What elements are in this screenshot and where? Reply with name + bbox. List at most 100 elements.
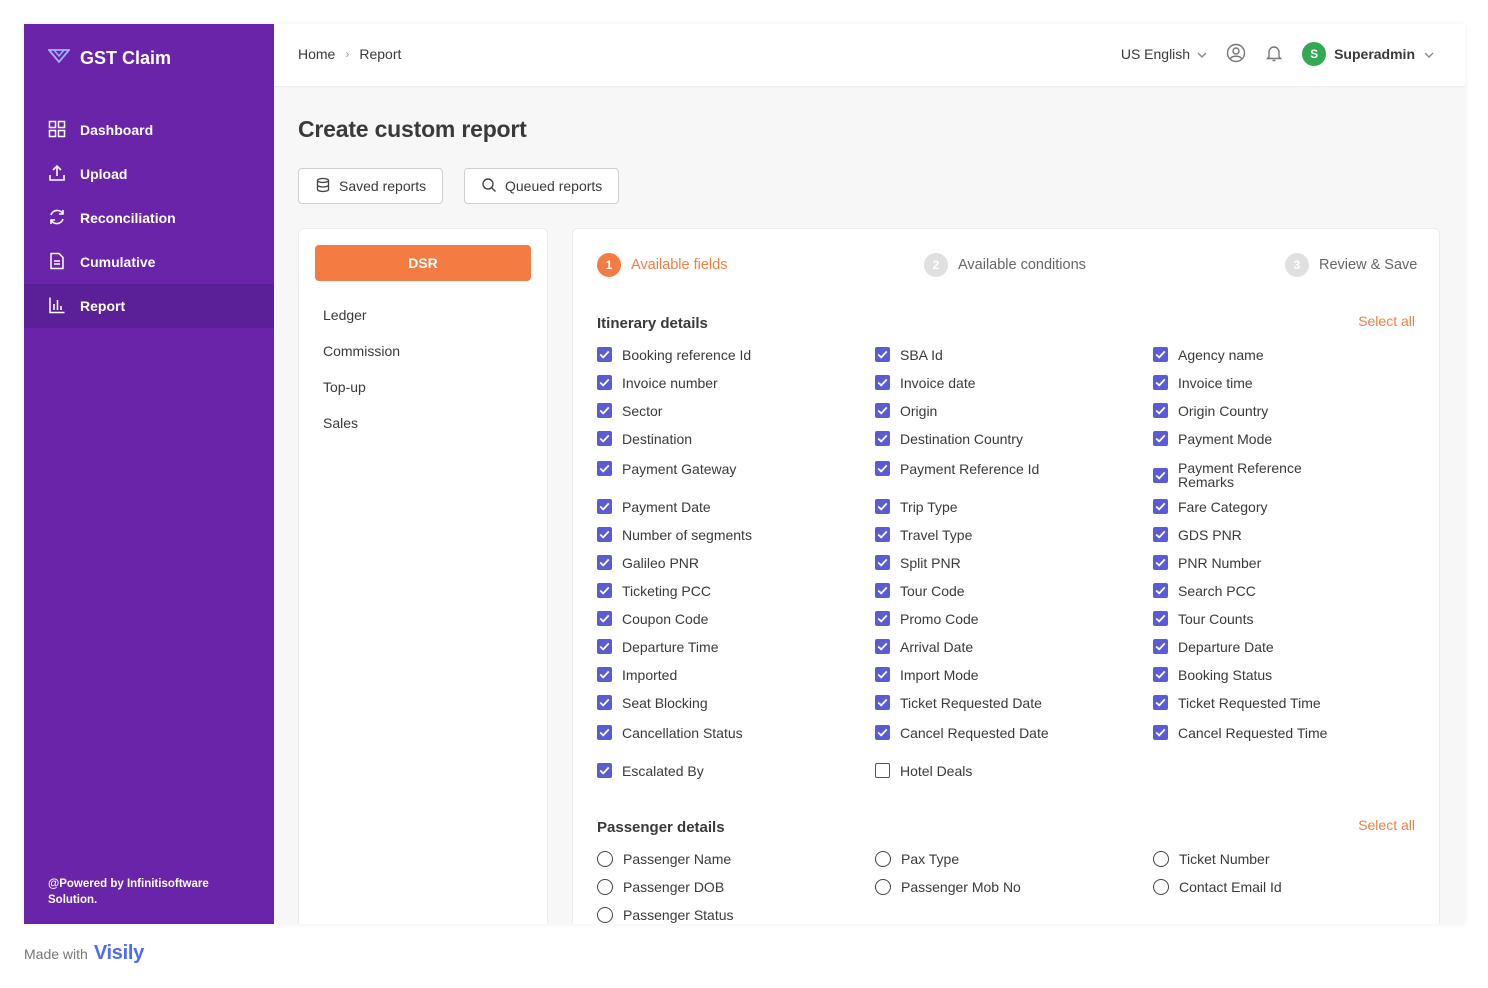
checkbox-checked[interactable] — [875, 639, 890, 654]
checkbox-checked[interactable] — [597, 527, 612, 542]
checkbox-checked[interactable] — [875, 555, 890, 570]
checkbox-checked[interactable] — [1153, 725, 1168, 740]
itinerary-field[interactable]: Search PCC — [1153, 583, 1423, 598]
itinerary-field[interactable]: Cancellation Status — [597, 725, 867, 740]
itinerary-field[interactable]: Number of segments — [597, 527, 867, 542]
sidebar-item-reconciliation[interactable]: Reconciliation — [24, 196, 274, 240]
itinerary-field[interactable]: Trip Type — [875, 499, 1145, 514]
checkbox-checked[interactable] — [1153, 375, 1168, 390]
radio-button[interactable] — [875, 879, 891, 895]
sidebar-item-dashboard[interactable]: Dashboard — [24, 108, 274, 152]
checkbox-checked[interactable] — [597, 375, 612, 390]
itinerary-field[interactable]: Payment Reference Id — [875, 461, 1145, 476]
checkbox-checked[interactable] — [1153, 667, 1168, 682]
itinerary-field[interactable]: PNR Number — [1153, 555, 1423, 570]
itinerary-field[interactable]: Promo Code — [875, 611, 1145, 626]
checkbox-checked[interactable] — [597, 403, 612, 418]
passenger-field[interactable]: Passenger Name — [597, 851, 867, 867]
checkbox-checked[interactable] — [597, 763, 612, 778]
radio-button[interactable] — [597, 851, 613, 867]
radio-button[interactable] — [597, 907, 613, 923]
itinerary-field[interactable]: Coupon Code — [597, 611, 867, 626]
itinerary-field[interactable]: Origin — [875, 403, 1145, 418]
itinerary-field[interactable]: Payment Date — [597, 499, 867, 514]
checkbox-checked[interactable] — [597, 431, 612, 446]
itinerary-field[interactable]: Cancel Requested Date — [875, 725, 1145, 740]
breadcrumb-report[interactable]: Report — [359, 46, 401, 62]
brand[interactable]: GST Claim — [47, 48, 171, 69]
checkbox-checked[interactable] — [1153, 467, 1168, 483]
itinerary-field[interactable]: Invoice date — [875, 375, 1145, 390]
itinerary-field[interactable]: Origin Country — [1153, 403, 1423, 418]
passenger-field[interactable]: Contact Email Id — [1153, 879, 1423, 895]
itinerary-field[interactable]: Departure Date — [1153, 639, 1423, 654]
passenger-field[interactable]: Passenger Status — [597, 907, 867, 923]
itinerary-field[interactable]: Galileo PNR — [597, 555, 867, 570]
itinerary-field[interactable]: SBA Id — [875, 347, 1145, 362]
step-available-conditions[interactable]: 2 Available conditions — [924, 253, 1086, 277]
sidebar-item-upload[interactable]: Upload — [24, 152, 274, 196]
itinerary-field[interactable]: Hotel Deals — [875, 763, 1145, 778]
checkbox-checked[interactable] — [875, 403, 890, 418]
itinerary-field[interactable]: Ticket Requested Date — [875, 695, 1145, 710]
itinerary-field[interactable]: Fare Category — [1153, 499, 1423, 514]
itinerary-field[interactable]: GDS PNR — [1153, 527, 1423, 542]
checkbox-checked[interactable] — [1153, 527, 1168, 542]
step-available-fields[interactable]: 1 Available fields — [597, 253, 727, 277]
itinerary-field[interactable]: Seat Blocking — [597, 695, 867, 710]
itinerary-field[interactable]: Invoice time — [1153, 375, 1423, 390]
passenger-field[interactable]: Ticket Number — [1153, 851, 1423, 867]
sidebar-item-cumulative[interactable]: Cumulative — [24, 240, 274, 284]
bell-icon[interactable] — [1264, 43, 1284, 66]
checkbox-checked[interactable] — [875, 583, 890, 598]
visily-logo[interactable]: Visily — [94, 942, 144, 965]
itinerary-field[interactable]: Agency name — [1153, 347, 1423, 362]
checkbox-checked[interactable] — [875, 347, 890, 362]
checkbox-checked[interactable] — [875, 695, 890, 710]
passenger-select-all-link[interactable]: Select all — [1358, 817, 1415, 833]
passenger-field[interactable]: Passenger DOB — [597, 879, 867, 895]
itinerary-field[interactable]: Payment Gateway — [597, 461, 867, 476]
passenger-field[interactable]: Pax Type — [875, 851, 1145, 867]
checkbox-checked[interactable] — [597, 667, 612, 682]
checkbox-checked[interactable] — [597, 555, 612, 570]
itinerary-field[interactable]: Split PNR — [875, 555, 1145, 570]
itinerary-field[interactable]: Booking reference Id — [597, 347, 867, 362]
checkbox-checked[interactable] — [875, 611, 890, 626]
report-type-commission[interactable]: Commission — [323, 343, 400, 359]
itinerary-field[interactable]: Booking Status — [1153, 667, 1423, 682]
checkbox-checked[interactable] — [597, 695, 612, 710]
radio-button[interactable] — [1153, 851, 1169, 867]
checkbox-checked[interactable] — [1153, 555, 1168, 570]
checkbox-checked[interactable] — [597, 725, 612, 740]
breadcrumb-home[interactable]: Home — [298, 46, 335, 62]
checkbox-checked[interactable] — [875, 461, 890, 476]
checkbox-checked[interactable] — [1153, 347, 1168, 362]
checkbox-checked[interactable] — [1153, 611, 1168, 626]
user-menu[interactable]: S Superadmin — [1302, 42, 1435, 66]
checkbox-checked[interactable] — [875, 667, 890, 682]
itinerary-field[interactable]: Tour Counts — [1153, 611, 1423, 626]
checkbox-checked[interactable] — [875, 499, 890, 514]
checkbox-checked[interactable] — [1153, 695, 1168, 710]
checkbox-checked[interactable] — [875, 527, 890, 542]
itinerary-select-all-link[interactable]: Select all — [1358, 313, 1415, 329]
checkbox-checked[interactable] — [597, 639, 612, 654]
checkbox-checked[interactable] — [597, 499, 612, 514]
passenger-field[interactable]: Passenger Mob No — [875, 879, 1145, 895]
step-review-save[interactable]: 3 Review & Save — [1285, 253, 1417, 277]
user-circle-icon[interactable] — [1226, 43, 1246, 66]
queued-reports-button[interactable]: Queued reports — [464, 168, 620, 204]
checkbox-checked[interactable] — [597, 347, 612, 362]
itinerary-field[interactable]: Payment Mode — [1153, 431, 1423, 446]
report-type-top-up[interactable]: Top-up — [323, 379, 366, 395]
radio-button[interactable] — [597, 879, 613, 895]
checkbox-checked[interactable] — [1153, 499, 1168, 514]
checkbox-checked[interactable] — [1153, 403, 1168, 418]
checkbox-checked[interactable] — [1153, 583, 1168, 598]
itinerary-field[interactable]: Cancel Requested Time — [1153, 725, 1423, 740]
language-select[interactable]: US English — [1121, 46, 1208, 62]
checkbox-checked[interactable] — [597, 583, 612, 598]
itinerary-field[interactable]: Tour Code — [875, 583, 1145, 598]
checkbox-checked[interactable] — [875, 725, 890, 740]
